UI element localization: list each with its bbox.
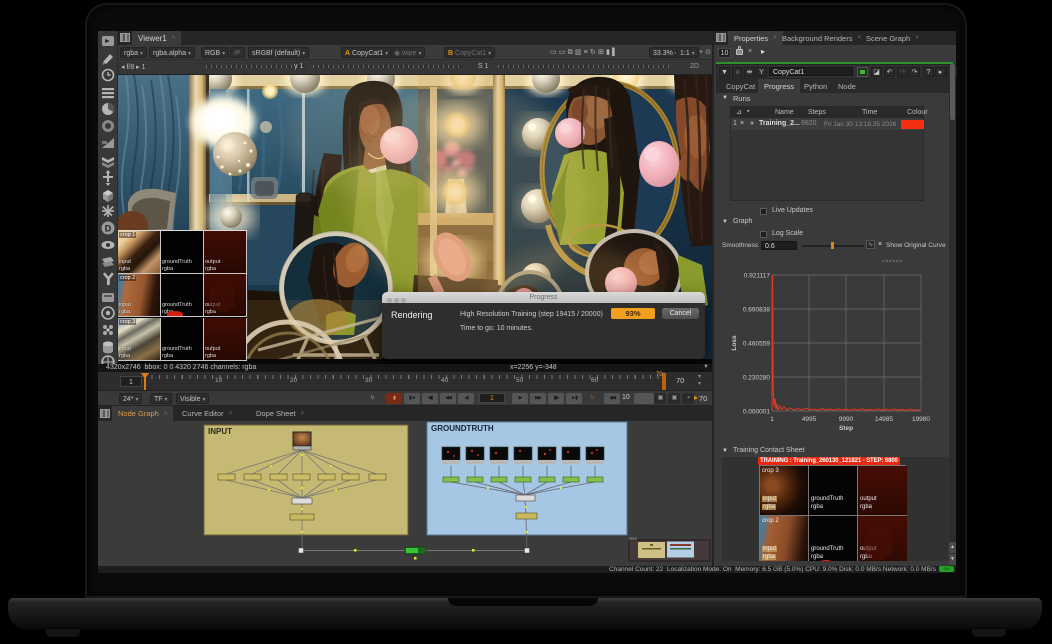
svg-text:0.690838: 0.690838 — [743, 307, 770, 314]
svg-text:0.921117: 0.921117 — [744, 273, 771, 280]
svg-text:1: 1 — [770, 416, 774, 423]
svg-text:19980: 19980 — [912, 416, 930, 423]
svg-text:0.000001: 0.000001 — [743, 409, 770, 416]
svg-text:INPUT: INPUT — [208, 427, 232, 436]
svg-text:Step: Step — [839, 425, 853, 432]
svg-text:9990: 9990 — [839, 416, 854, 423]
svg-text:Loss: Loss — [731, 335, 738, 351]
svg-text:0.460559: 0.460559 — [743, 341, 770, 348]
svg-text:GROUNDTRUTH: GROUNDTRUTH — [431, 424, 494, 433]
svg-text:4995: 4995 — [802, 416, 817, 423]
svg-text:D: D — [105, 224, 112, 234]
svg-text:14985: 14985 — [875, 416, 893, 423]
svg-text:0.230280: 0.230280 — [743, 375, 770, 382]
